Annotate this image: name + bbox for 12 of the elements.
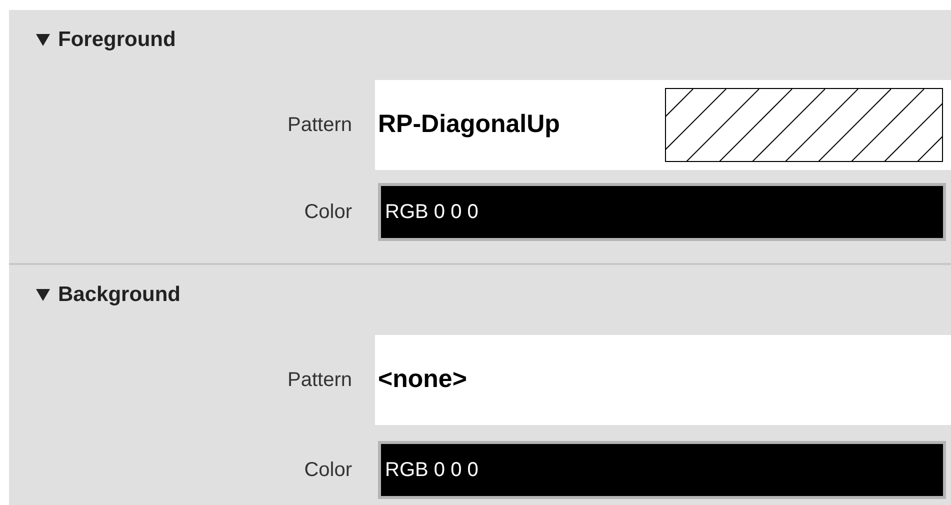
pattern-field[interactable]: RP-DiagonalUp [375,80,951,170]
field-label: Pattern [286,368,352,393]
field-label: Color [303,200,352,225]
field-label: Pattern [286,113,352,138]
pattern-field[interactable]: <none> [375,335,951,425]
field-label: Color [303,458,352,483]
section-title: Foreground [58,27,176,54]
color-field[interactable]: RGB 0 0 0 [378,183,946,241]
collapse-triangle-icon[interactable] [36,288,50,302]
collapse-triangle-icon[interactable] [36,33,50,47]
section-title: Background [58,282,181,308]
color-field[interactable]: RGB 0 0 0 [378,441,946,499]
